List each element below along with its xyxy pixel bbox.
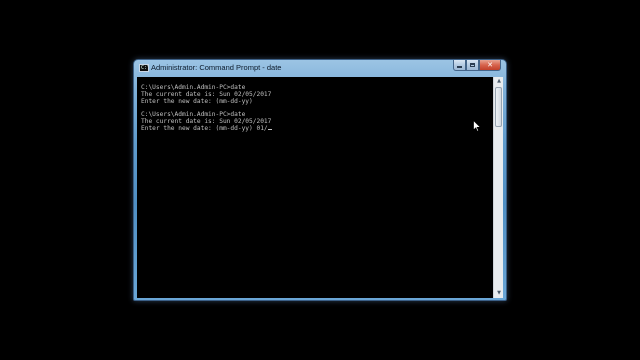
mouse-pointer-icon [473, 120, 481, 132]
text-cursor [267, 128, 272, 130]
command-prompt-icon[interactable]: C:\ [139, 64, 149, 72]
command-prompt-window[interactable]: C:\ Administrator: Command Prompt - date… [133, 59, 507, 301]
minimize-icon [457, 66, 462, 68]
console-area[interactable]: C:\Users\Admin.Admin-PC>date The current… [137, 77, 494, 298]
scroll-up-arrow-icon[interactable]: ▲ [494, 77, 504, 86]
maximize-button[interactable] [466, 60, 479, 71]
close-icon: ✕ [487, 60, 493, 69]
title-bar[interactable]: C:\ Administrator: Command Prompt - date… [134, 60, 506, 76]
close-button[interactable]: ✕ [479, 60, 501, 71]
scroll-down-arrow-icon[interactable]: ▼ [494, 289, 504, 298]
console-line: Enter the new date: (mm-dd-yy) [141, 97, 253, 105]
caption-buttons: ✕ [453, 60, 501, 71]
console-output: C:\Users\Admin.Admin-PC>date The current… [141, 84, 272, 133]
console-input-text[interactable]: Enter the new date: (mm-dd-yy) 01/ [141, 125, 268, 132]
console-input-line[interactable]: Enter the new date: (mm-dd-yy) 01/ [141, 125, 272, 133]
minimize-button[interactable] [453, 60, 466, 71]
window-title: Administrator: Command Prompt - date [151, 63, 282, 72]
scrollbar-thumb[interactable] [495, 87, 502, 127]
vertical-scrollbar[interactable]: ▲ ▼ [493, 77, 503, 298]
maximize-icon [470, 63, 475, 67]
